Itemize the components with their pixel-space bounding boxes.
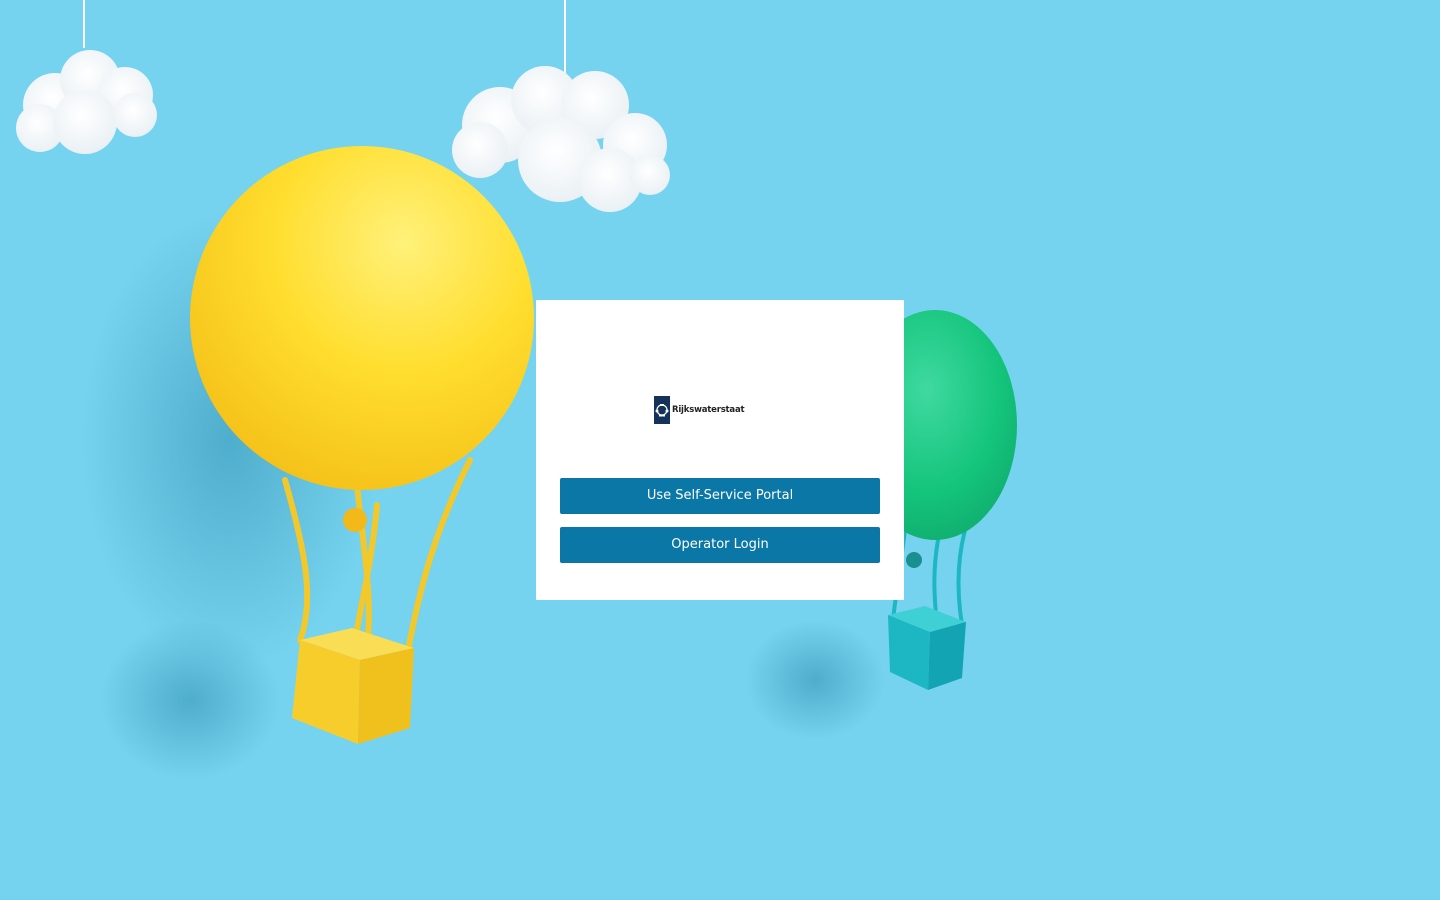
- yellow-balloon-knot: [343, 508, 367, 532]
- self-service-portal-button[interactable]: Use Self-Service Portal: [560, 478, 880, 514]
- logo-wordmark: Rijkswaterstaat: [672, 405, 745, 415]
- cloud-right: [452, 66, 670, 212]
- teal-basket: [888, 606, 966, 690]
- yellow-balloon: [190, 146, 534, 490]
- operator-login-button[interactable]: Operator Login: [560, 527, 880, 563]
- login-page: Rijkswaterstaat Use Self-Service Portal …: [0, 0, 1440, 900]
- cloud-left: [16, 50, 157, 154]
- coat-of-arms-icon: [654, 396, 670, 424]
- login-card: Rijkswaterstaat Use Self-Service Portal …: [536, 300, 904, 600]
- teal-basket-shadow: [745, 620, 885, 740]
- yellow-basket-shadow: [100, 620, 280, 780]
- yellow-basket: [292, 628, 414, 744]
- rijkswaterstaat-logo: Rijkswaterstaat: [654, 396, 745, 424]
- green-balloon-knot: [906, 552, 922, 568]
